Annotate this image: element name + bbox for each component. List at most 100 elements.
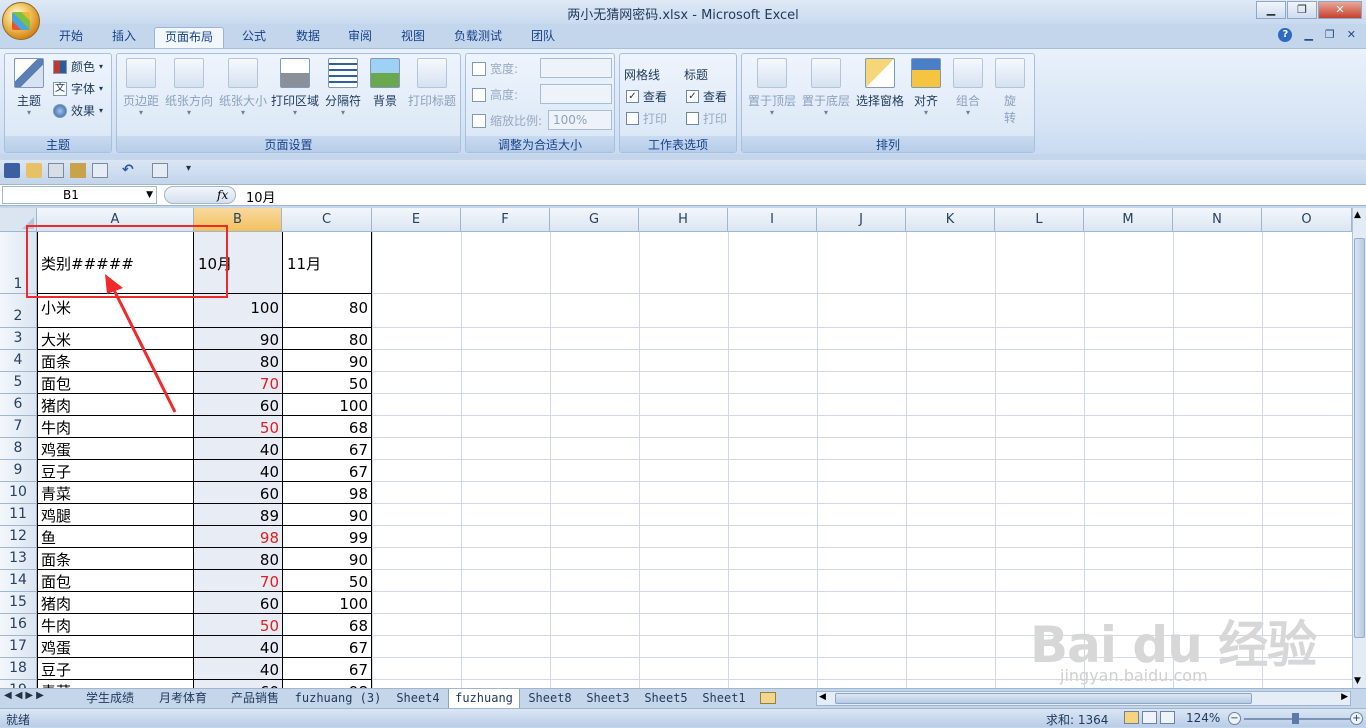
cell-a8[interactable]: 鸡蛋: [41, 440, 71, 460]
sheet-tab-5[interactable]: Sheet4: [390, 689, 446, 708]
tab-home[interactable]: 开始: [50, 27, 92, 48]
cell-c11[interactable]: 90: [282, 506, 371, 526]
print-preview-icon[interactable]: [48, 163, 64, 178]
width-combo[interactable]: [540, 58, 612, 78]
cell-c2[interactable]: 80: [282, 298, 371, 318]
office-button[interactable]: [2, 2, 40, 40]
row-header-5[interactable]: 5: [0, 372, 37, 394]
row-header-15[interactable]: 15: [0, 592, 37, 614]
effects-button[interactable]: 效果 ▾: [53, 102, 103, 119]
horizontal-scrollbar[interactable]: ◀ ▶: [816, 691, 1351, 706]
restore-button[interactable]: ❐: [1287, 1, 1317, 19]
zoom-level[interactable]: 124%: [1186, 711, 1220, 725]
background-button[interactable]: 背景: [365, 58, 405, 109]
scrollbar-thumb[interactable]: [1354, 238, 1365, 638]
row-header-11[interactable]: 11: [0, 504, 37, 526]
cell-a13[interactable]: 面条: [41, 550, 71, 570]
customize-qat-icon[interactable]: ▾: [186, 163, 202, 178]
cell-b9[interactable]: 40: [194, 462, 282, 482]
macro-icon[interactable]: [152, 163, 168, 178]
tab-data[interactable]: 数据: [288, 27, 328, 48]
cell-a16[interactable]: 牛肉: [41, 616, 71, 636]
cell-b6[interactable]: 60: [194, 396, 282, 416]
cell-c9[interactable]: 67: [282, 462, 371, 482]
minimize-button[interactable]: ▁: [1256, 1, 1286, 19]
sheet-tab-8[interactable]: Sheet3: [580, 689, 636, 708]
cell-c15[interactable]: 100: [282, 594, 371, 614]
column-header-m[interactable]: M: [1084, 208, 1173, 232]
tab-team[interactable]: 团队: [522, 27, 564, 48]
ribbon-minimize-icon[interactable]: ▁: [1304, 28, 1312, 42]
ribbon-close-icon[interactable]: ✕: [1347, 28, 1356, 42]
margins-button[interactable]: 页边距 ▾: [119, 58, 163, 117]
cell-c4[interactable]: 90: [282, 352, 371, 372]
normal-view-icon[interactable]: [1124, 711, 1139, 724]
sheet-navigation-icon[interactable]: ◀◀▶▶: [4, 690, 47, 701]
cell-c14[interactable]: 50: [282, 572, 371, 592]
zoom-slider-thumb[interactable]: [1292, 713, 1299, 724]
insert-function-button[interactable]: fx: [164, 186, 236, 204]
column-header-l[interactable]: L: [995, 208, 1084, 232]
close-button[interactable]: ✕: [1318, 1, 1362, 19]
cell-b18[interactable]: 40: [194, 660, 282, 680]
size-button[interactable]: 纸张大小 ▾: [217, 58, 269, 117]
headings-view-checkbox[interactable]: ✓ 查看: [686, 88, 727, 105]
open-icon[interactable]: [26, 163, 42, 178]
row-header-2[interactable]: 2: [0, 294, 37, 328]
sheet-tab-2[interactable]: 月考体育: [148, 689, 218, 708]
borders-icon[interactable]: [92, 163, 108, 178]
row-header-9[interactable]: 9: [0, 460, 37, 482]
column-header-o[interactable]: O: [1262, 208, 1352, 232]
cell-b10[interactable]: 60: [194, 484, 282, 504]
scroll-left-icon[interactable]: ◀: [819, 692, 826, 702]
cell-a14[interactable]: 面包: [41, 572, 71, 592]
sheet-tab-3[interactable]: 产品销售: [220, 689, 290, 708]
cell-a18[interactable]: 豆子: [41, 660, 71, 680]
column-header-e[interactable]: E: [372, 208, 461, 232]
cell-b12[interactable]: 98: [194, 528, 282, 548]
height-combo[interactable]: [540, 84, 612, 104]
row-header-4[interactable]: 4: [0, 350, 37, 372]
cell-b4[interactable]: 80: [194, 352, 282, 372]
column-header-n[interactable]: N: [1173, 208, 1262, 232]
cell-b3[interactable]: 90: [194, 330, 282, 350]
row-header-8[interactable]: 8: [0, 438, 37, 460]
rotate-button[interactable]: 旋转: [992, 58, 1028, 126]
scroll-down-icon[interactable]: ▼: [1354, 676, 1361, 686]
cell-b15[interactable]: 60: [194, 594, 282, 614]
zoom-in-icon[interactable]: +: [1350, 712, 1363, 725]
sheet-tab-7[interactable]: Sheet8: [522, 689, 578, 708]
colors-button[interactable]: 颜色 ▾: [53, 58, 103, 75]
cell-c18[interactable]: 67: [282, 660, 371, 680]
cell-a3[interactable]: 大米: [41, 330, 71, 350]
row-header-16[interactable]: 16: [0, 614, 37, 636]
horizontal-scrollbar-thumb[interactable]: [835, 693, 1252, 704]
tab-formulas[interactable]: 公式: [234, 27, 274, 48]
cell-b13[interactable]: 80: [194, 550, 282, 570]
formula-input[interactable]: 10月: [246, 187, 276, 206]
insert-sheet-icon[interactable]: [760, 692, 776, 704]
cell-c12[interactable]: 99: [282, 528, 371, 548]
cell-b11[interactable]: 89: [194, 506, 282, 526]
align-button[interactable]: 对齐 ▾: [908, 58, 944, 117]
fonts-button[interactable]: 文字体 ▾: [53, 80, 103, 97]
cell-b7[interactable]: 50: [194, 418, 282, 438]
row-header-17[interactable]: 17: [0, 636, 37, 658]
sheet-tab-9[interactable]: Sheet5: [638, 689, 694, 708]
ribbon-restore-icon[interactable]: ❐: [1325, 28, 1335, 42]
column-header-k[interactable]: K: [906, 208, 995, 232]
breaks-button[interactable]: 分隔符 ▾: [321, 58, 365, 117]
cell-a9[interactable]: 豆子: [41, 462, 71, 482]
row-header-3[interactable]: 3: [0, 328, 37, 350]
cell-a17[interactable]: 鸡蛋: [41, 638, 71, 658]
cell-a12[interactable]: 鱼: [41, 528, 56, 548]
cell-a15[interactable]: 猪肉: [41, 594, 71, 614]
row-header-18[interactable]: 18: [0, 658, 37, 680]
help-icon[interactable]: ?: [1278, 28, 1293, 42]
cell-b2[interactable]: 100: [194, 298, 282, 318]
sheet-tab-10[interactable]: Sheet1: [696, 689, 752, 708]
orientation-button[interactable]: 纸张方向 ▾: [163, 58, 215, 117]
row-header-6[interactable]: 6: [0, 394, 37, 416]
tab-page-layout[interactable]: 页面布局: [154, 27, 224, 48]
cell-b14[interactable]: 70: [194, 572, 282, 592]
